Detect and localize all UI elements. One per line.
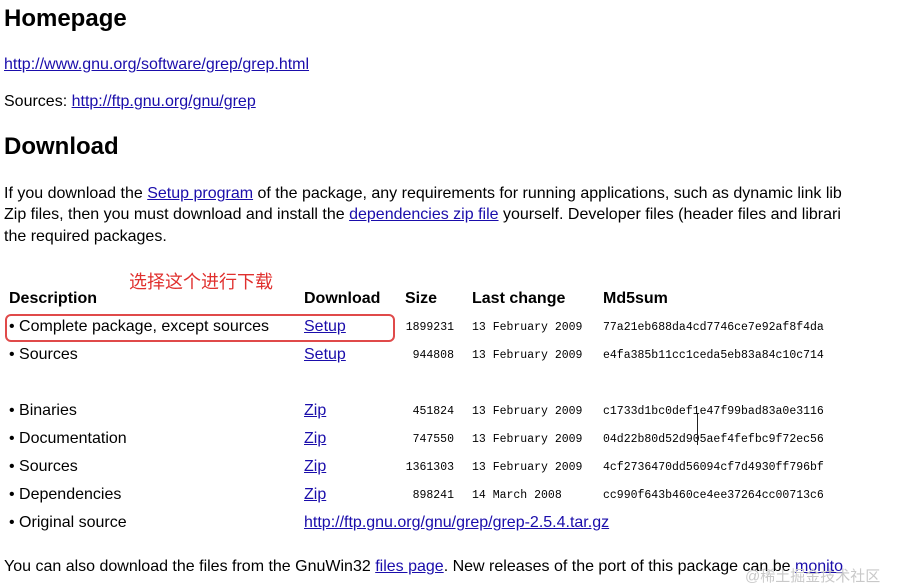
row-date: 14 March 2008 <box>472 489 562 502</box>
footer-line: You can also download the files from the… <box>4 556 843 577</box>
row-date: 13 February 2009 <box>472 349 583 362</box>
setup-program-link[interactable]: Setup program <box>147 185 253 202</box>
row-md5: 4cf2736470dd56094cf7d4930ff796bf <box>603 461 824 474</box>
row-date: 13 February 2009 <box>472 321 583 334</box>
row-description: • Original source <box>9 514 127 531</box>
row-size: 1361303 <box>405 461 454 474</box>
zip-download-link[interactable]: Zip <box>304 428 326 450</box>
row-size: 451824 <box>412 405 454 418</box>
row-date: 13 February 2009 <box>472 433 583 446</box>
row-md5: cc990f643b460ce4ee37264cc00713c6 <box>603 489 824 502</box>
paragraph-text: of the package, any requirements for run… <box>253 185 842 202</box>
footer-text: . New releases of the port of this packa… <box>443 558 795 575</box>
sources-url-link[interactable]: http://ftp.gnu.org/gnu/grep <box>72 93 256 110</box>
header-description: Description <box>9 290 98 307</box>
paragraph-text: If you download the <box>4 185 148 202</box>
row-md5: 04d22b80d52d905aef4fefbc9f72ec56 <box>603 433 824 446</box>
row-size: 747550 <box>412 433 454 446</box>
paragraph-text: Zip files, then you must download and in… <box>4 206 350 223</box>
homepage-url-link[interactable]: http://www.gnu.org/software/grep/grep.ht… <box>4 54 309 75</box>
sources-line: Sources: http://ftp.gnu.org/gnu/grep <box>4 91 256 112</box>
download-paragraph-line-1: If you download the Setup program of the… <box>4 183 842 204</box>
text-cursor-icon <box>697 413 698 445</box>
highlight-box <box>5 314 395 342</box>
annotation-text: 选择这个进行下载 <box>129 272 273 292</box>
dependencies-zip-link[interactable]: dependencies zip file <box>349 206 498 223</box>
row-date: 13 February 2009 <box>472 461 583 474</box>
header-last-change: Last change <box>472 290 566 307</box>
row-description: • Documentation <box>9 430 127 447</box>
setup-download-link[interactable]: Setup <box>304 344 346 366</box>
row-md5: c1733d1bc0def1e47f99bad83a0e3116 <box>603 405 824 418</box>
homepage-heading: Homepage <box>4 5 127 32</box>
row-date: 13 February 2009 <box>472 405 583 418</box>
row-size: 898241 <box>412 489 454 502</box>
row-size: 1899231 <box>405 321 454 334</box>
zip-download-link[interactable]: Zip <box>304 456 326 478</box>
row-description: • Sources <box>9 346 78 363</box>
header-size: Size <box>405 290 438 307</box>
row-md5: e4fa385b11cc1ceda5eb83a84c10c714 <box>603 349 824 362</box>
download-paragraph-line-3: the required packages. <box>4 228 167 245</box>
header-md5sum: Md5sum <box>603 290 668 307</box>
row-md5: 77a21eb688da4cd7746ce7e92af8f4da <box>603 321 824 334</box>
download-paragraph-line-2: Zip files, then you must download and in… <box>4 204 841 225</box>
zip-download-link[interactable]: Zip <box>304 400 326 422</box>
sources-label: Sources: <box>4 93 68 110</box>
original-source-link[interactable]: http://ftp.gnu.org/gnu/grep/grep-2.5.4.t… <box>304 512 609 534</box>
row-size: 944808 <box>412 349 454 362</box>
paragraph-text: yourself. Developer files (header files … <box>498 206 841 223</box>
zip-download-link[interactable]: Zip <box>304 484 326 506</box>
watermark-text: @稀土掘金技术社区 <box>745 568 881 585</box>
row-description: • Sources <box>9 458 78 475</box>
files-page-link[interactable]: files page <box>375 558 444 575</box>
footer-text: You can also download the files from the… <box>4 558 376 575</box>
download-heading: Download <box>4 133 119 160</box>
row-description: • Binaries <box>9 402 77 419</box>
row-description: • Dependencies <box>9 486 122 503</box>
header-download: Download <box>304 290 381 307</box>
